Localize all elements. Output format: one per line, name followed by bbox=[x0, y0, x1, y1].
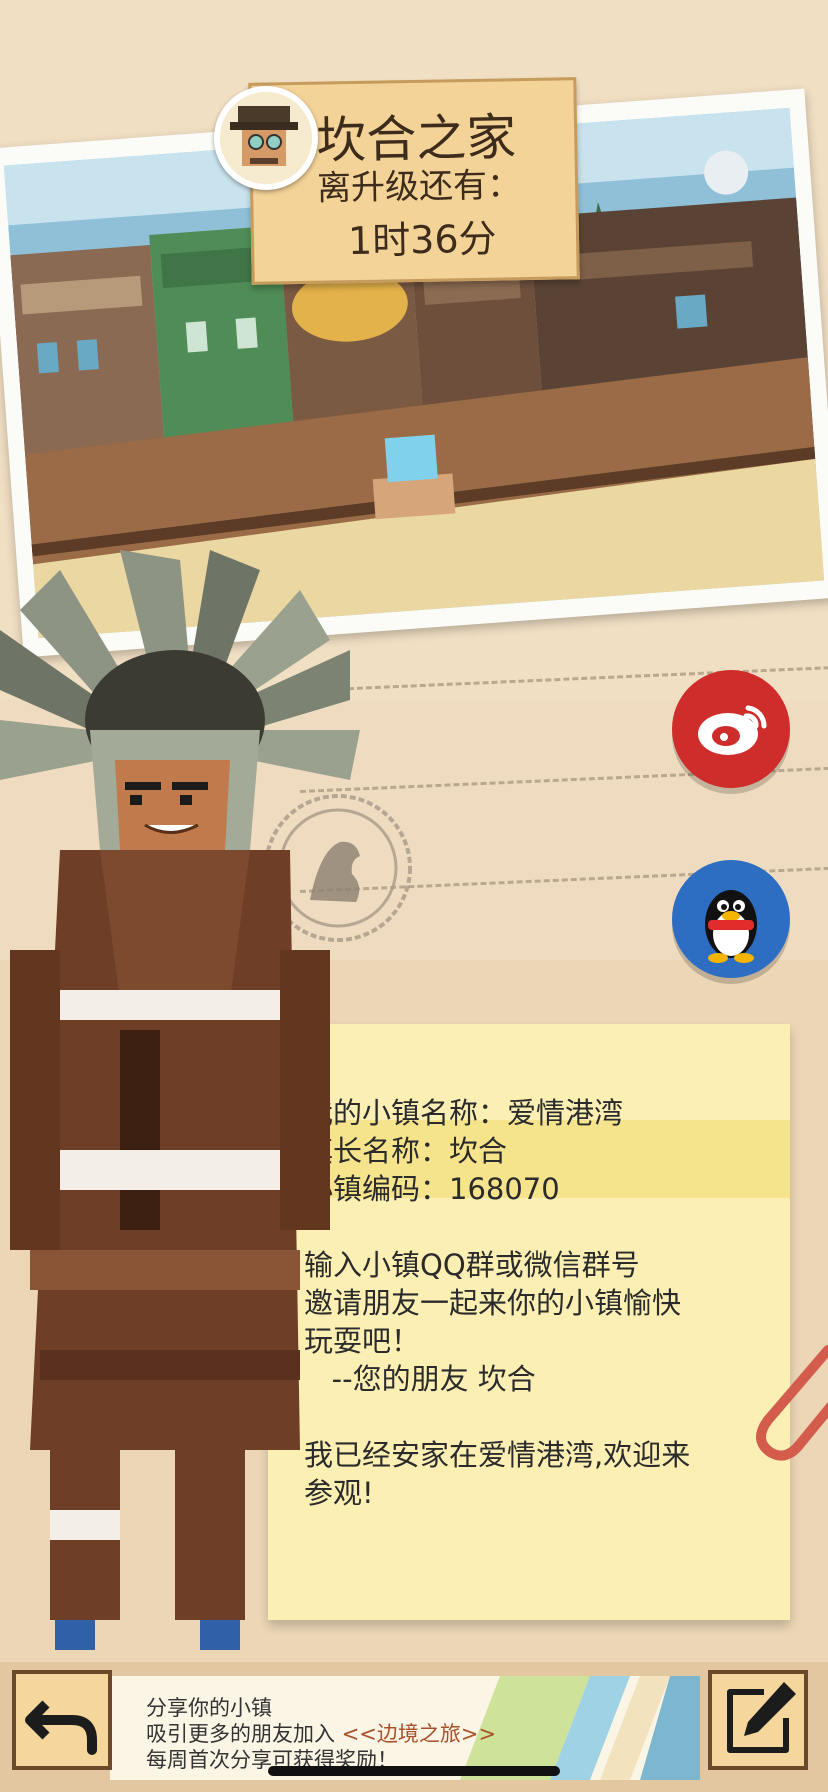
share-reward-banner[interactable]: 分享你的小镇 吸引更多的朋友加入 <<边境之旅>> 每周首次分享可获得奖励！ bbox=[110, 1676, 700, 1780]
chief-character bbox=[0, 550, 360, 1650]
qq-share-button[interactable] bbox=[672, 860, 790, 978]
back-button[interactable] bbox=[12, 1670, 112, 1770]
paper-clip-icon bbox=[756, 1345, 828, 1461]
edit-pencil-icon bbox=[727, 1682, 796, 1753]
weibo-icon bbox=[698, 705, 767, 755]
banner-line-2-text: 吸引更多的朋友加入 bbox=[146, 1722, 342, 1746]
home-indicator bbox=[268, 1766, 560, 1776]
upgrade-countdown-time: 1时36分 bbox=[347, 216, 497, 264]
upgrade-countdown-label: 离升级还有： bbox=[316, 165, 522, 209]
edit-button[interactable] bbox=[708, 1670, 808, 1770]
mayor-avatar[interactable] bbox=[214, 86, 318, 190]
back-arrow-icon bbox=[25, 1700, 97, 1755]
qq-penguin-icon bbox=[705, 890, 757, 963]
game-name-link: <<边境之旅>> bbox=[341, 1722, 497, 1746]
weibo-share-button[interactable] bbox=[672, 670, 790, 788]
